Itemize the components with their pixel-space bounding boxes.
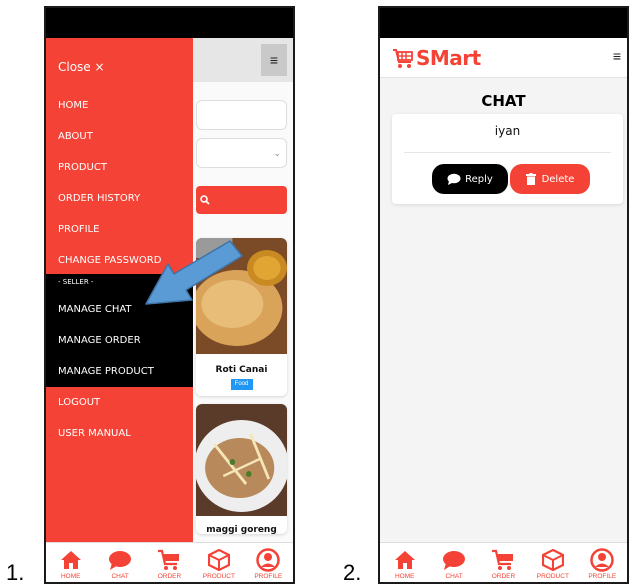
user-icon — [256, 548, 280, 572]
seller-section: - SELLER - MANAGE CHAT MANAGE ORDER MANA… — [46, 274, 193, 387]
nav-chat[interactable]: CHAT — [431, 548, 477, 580]
home-icon — [60, 551, 81, 569]
nav-label: ORDER — [491, 573, 516, 580]
box-icon — [207, 549, 230, 571]
divider — [404, 152, 611, 153]
page-title: CHAT — [481, 92, 526, 110]
nav-profile[interactable]: PROFILE — [579, 548, 625, 580]
close-drawer-button[interactable]: Close × — [58, 60, 105, 74]
hamburger-icon: ≡ — [269, 52, 279, 68]
hamburger-icon[interactable]: ≡ — [613, 48, 621, 64]
product-card[interactable]: maggi goreng — [196, 404, 287, 534]
cart-icon — [492, 549, 514, 570]
bottom-nav: HOME CHAT ORDER PRODUCT PROFILE — [380, 542, 627, 582]
cart-logo-icon — [393, 49, 413, 68]
nav-chat[interactable]: CHAT — [97, 548, 143, 580]
nav-label: CHAT — [111, 573, 129, 580]
menu-button[interactable]: ≡ — [261, 44, 287, 76]
box-icon — [541, 549, 564, 571]
brand-name: SMart — [416, 46, 481, 70]
figure-label-1: 1. — [6, 560, 25, 585]
drawer-item-order-history[interactable]: ORDER HISTORY — [46, 183, 193, 214]
nav-label: CHAT — [445, 573, 463, 580]
nav-order[interactable]: ORDER — [146, 548, 192, 580]
nav-label: PRODUCT — [202, 573, 235, 580]
drawer-item-logout[interactable]: LOGOUT — [46, 387, 193, 418]
nav-product[interactable]: PRODUCT — [196, 548, 242, 580]
product-name: maggi goreng — [206, 525, 277, 534]
search-icon — [200, 195, 210, 205]
drawer-item-profile[interactable]: PROFILE — [46, 214, 193, 245]
chevron-down-icon: ⌄ — [273, 148, 281, 158]
chat-icon — [109, 551, 132, 570]
nav-home[interactable]: HOME — [382, 548, 428, 580]
status-bar — [380, 8, 627, 38]
search-input[interactable] — [196, 100, 287, 130]
chat-username: iyan — [494, 124, 521, 138]
nav-order[interactable]: ORDER — [480, 548, 526, 580]
drawer-item-manage-chat[interactable]: MANAGE CHAT — [46, 294, 193, 325]
nav-label: ORDER — [157, 573, 182, 580]
drawer-item-manage-order[interactable]: MANAGE ORDER — [46, 325, 193, 356]
delete-label: Delete — [541, 173, 575, 185]
nav-profile[interactable]: PROFILE — [245, 548, 291, 580]
nav-label: HOME — [394, 573, 415, 580]
product-image — [196, 404, 287, 516]
comment-icon — [447, 173, 461, 185]
cart-icon — [158, 549, 180, 570]
phone-screenshot-menu: ≡ ⌄ Roti Canai Food maggi goreng Close ×… — [44, 6, 295, 584]
app-header: SMart ≡ — [380, 38, 627, 78]
drawer-item-change-password[interactable]: CHANGE PASSWORD — [46, 245, 193, 276]
phone-screenshot-chat: SMart ≡ CHAT iyan Reply Delete HOME CHAT… — [378, 6, 629, 584]
bottom-nav: HOME CHAT ORDER PRODUCT PROFILE — [46, 542, 293, 582]
drawer-item-home[interactable]: HOME — [46, 90, 193, 121]
product-name: Roti Canai — [215, 365, 268, 375]
nav-label: PROFILE — [254, 573, 283, 580]
search-button[interactable] — [196, 186, 287, 214]
nav-label: HOME — [60, 573, 81, 580]
trash-icon — [525, 173, 536, 185]
nav-label: PRODUCT — [536, 573, 569, 580]
seller-section-label: - SELLER - — [58, 278, 94, 286]
chat-icon — [443, 551, 466, 570]
drawer-item-manage-product[interactable]: MANAGE PRODUCT — [46, 356, 193, 387]
product-category-badge: Food — [230, 379, 253, 390]
brand-logo[interactable]: SMart — [392, 46, 481, 70]
figure-label-2: 2. — [343, 560, 362, 585]
home-icon — [394, 551, 415, 569]
status-bar — [46, 8, 293, 38]
reply-button[interactable]: Reply — [432, 164, 508, 194]
chat-card: iyan Reply Delete — [392, 114, 623, 204]
user-icon — [590, 548, 614, 572]
nav-product[interactable]: PRODUCT — [530, 548, 576, 580]
delete-button[interactable]: Delete — [510, 164, 590, 194]
product-card[interactable]: Roti Canai Food — [196, 238, 287, 396]
side-drawer: Close × HOME ABOUT PRODUCT ORDER HISTORY… — [46, 38, 193, 542]
drawer-item-about[interactable]: ABOUT — [46, 121, 193, 152]
drawer-item-user-manual[interactable]: USER MANUAL — [46, 418, 193, 449]
product-image — [196, 238, 287, 354]
drawer-item-product[interactable]: PRODUCT — [46, 152, 193, 183]
nav-home[interactable]: HOME — [48, 548, 94, 580]
reply-label: Reply — [465, 173, 493, 185]
nav-label: PROFILE — [588, 573, 617, 580]
category-select[interactable]: ⌄ — [196, 138, 287, 168]
